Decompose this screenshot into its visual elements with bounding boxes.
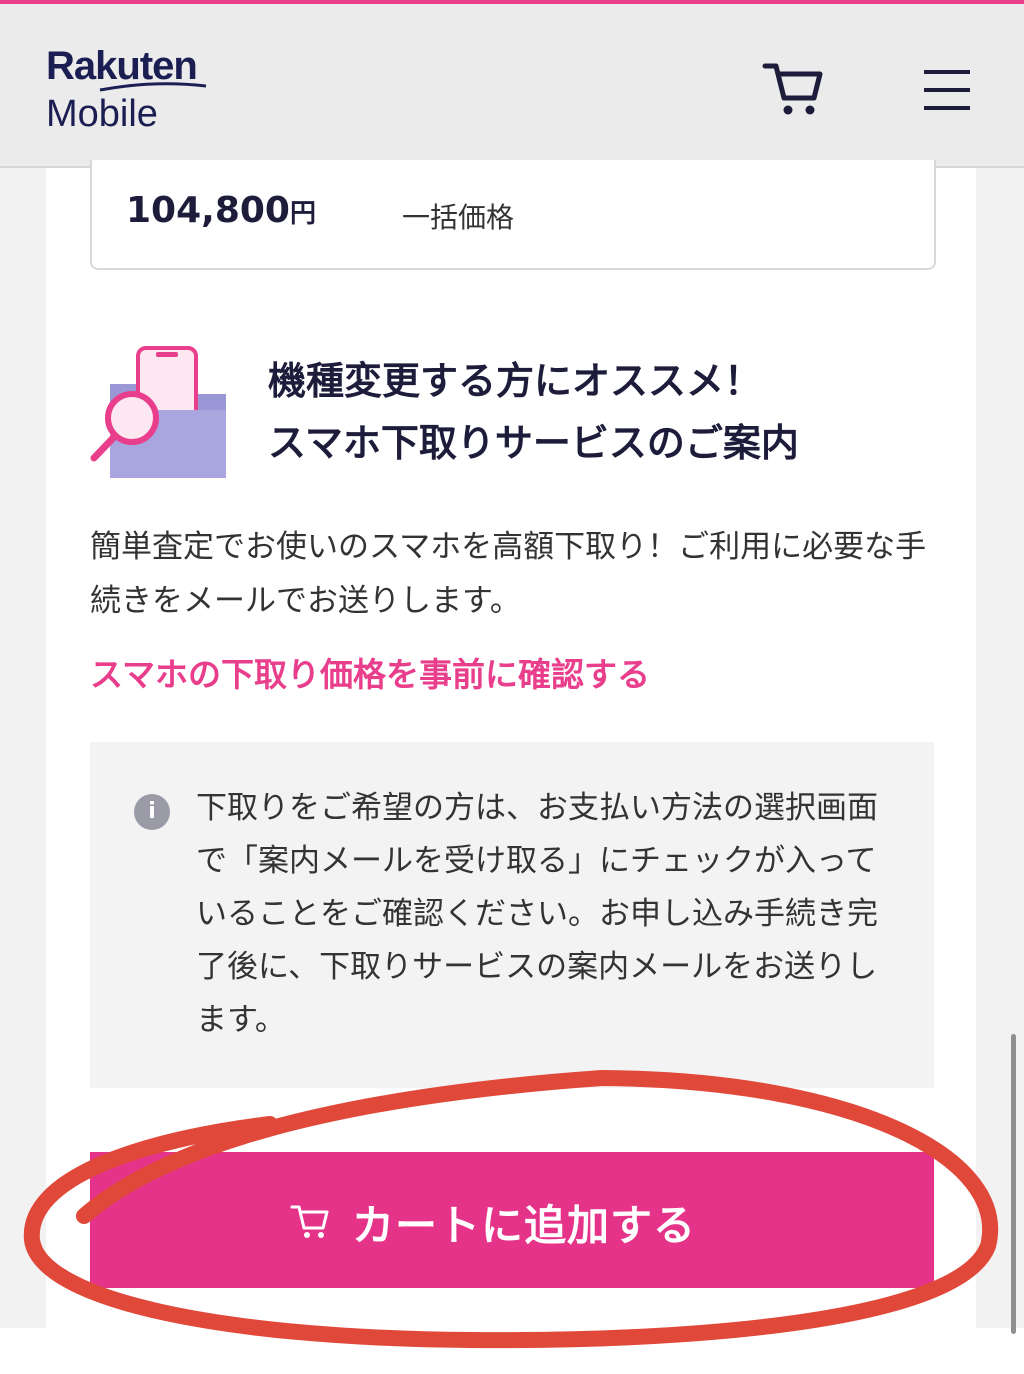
scrollbar[interactable] [1011,1034,1016,1334]
rakuten-mobile-logo[interactable]: Rakuten Mobile [46,44,207,136]
cart-icon[interactable] [762,60,824,118]
price-unit: 円 [289,199,316,229]
trade-in-description: 簡単査定でお使いのスマホを高額下取り！ご利用に必要な手続きをメールでお送りします… [90,529,927,619]
trade-in-title-line1: 機種変更する方にオススメ！ [268,359,763,403]
add-to-cart-label: カートに追加する [352,1201,697,1250]
site-header: Rakuten Mobile [0,4,1024,168]
logo-swoosh-icon [99,82,207,92]
trade-in-title: 機種変更する方にオススメ！ スマホ下取りサービスのご案内 [268,350,799,474]
logo-mobile-text: Mobile [46,93,158,135]
logo-rakuten-text: Rakuten [46,44,198,88]
trade-in-title-line2: スマホ下取りサービスのご案内 [268,421,799,465]
price-value: 104,800 [126,190,290,231]
price-box: 104,800円 一括価格 [90,160,936,270]
cart-icon [290,1205,329,1238]
notice-text: 下取りをご希望の方は、お支払い方法の選択画面で「案内メールを受け取る」にチェック… [196,790,878,1038]
trade-in-price-link[interactable]: スマホの下取り価格を事前に確認する [90,648,650,696]
phone-search-icon [90,346,226,478]
price-amount: 104,800円 [126,190,316,231]
info-icon: i [134,794,170,830]
hamburger-menu-icon[interactable] [922,68,972,112]
add-to-cart-button[interactable]: カートに追加する [90,1152,934,1288]
trade-in-notice: i 下取りをご希望の方は、お支払い方法の選択画面で「案内メールを受け取る」にチェ… [90,742,934,1088]
price-label: 一括価格 [402,201,515,234]
